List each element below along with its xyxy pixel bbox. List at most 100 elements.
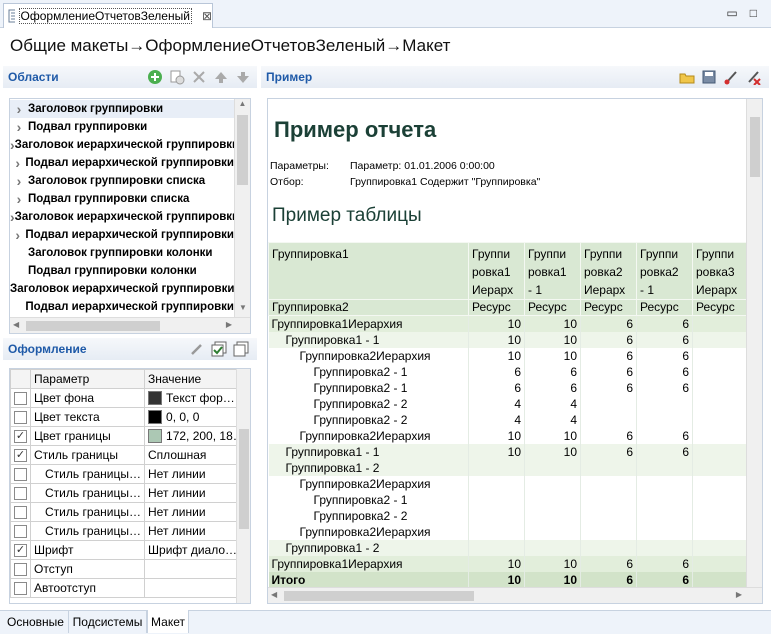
design-row[interactable]: Стиль границы… Нет линии	[10, 464, 250, 484]
design-panel-header: Оформление	[3, 338, 257, 360]
design-row-checkbox[interactable]	[14, 468, 27, 482]
report-cell	[524, 539, 581, 556]
expand-arrow-icon[interactable]: ›	[10, 227, 25, 243]
design-row-checkbox[interactable]	[14, 582, 27, 596]
design-row-checkbox[interactable]	[14, 392, 27, 406]
report-cell: 10	[468, 427, 525, 444]
column-header: Группи ровка2 - 1	[636, 242, 693, 300]
area-item[interactable]: Заголовок иерархической группировки	[10, 280, 234, 298]
move-up-icon[interactable]	[213, 69, 229, 85]
add-icon[interactable]	[147, 69, 163, 85]
area-item[interactable]: Подвал иерархической группировки	[10, 298, 234, 316]
area-item[interactable]: › Заголовок группировки	[10, 100, 234, 118]
design-row[interactable]: ✓ Шрифт Шрифт диало…	[10, 540, 250, 560]
report-cell	[580, 539, 637, 556]
area-item[interactable]: Подвал группировки колонки	[10, 262, 234, 280]
open-folder-icon[interactable]	[679, 69, 695, 85]
report-cell: 6	[580, 331, 637, 348]
design-row-check-cell: ✓	[10, 445, 31, 465]
report-cell: 6	[636, 571, 693, 588]
delete-icon[interactable]	[191, 69, 207, 85]
design-row[interactable]: Стиль границы… Нет линии	[10, 502, 250, 522]
resource-header: Ресурс	[468, 299, 525, 316]
design-value: 172, 200, 18…	[166, 428, 245, 443]
expand-arrow-icon[interactable]: ›	[10, 119, 28, 135]
design-row-check-cell	[10, 388, 31, 408]
design-row[interactable]: ✓ Стиль границы Сплошная	[10, 445, 250, 465]
area-item[interactable]: › Подвал иерархической группировки	[10, 226, 234, 244]
area-item[interactable]: › Подвал группировки	[10, 118, 234, 136]
report-cell: 10	[468, 347, 525, 364]
design-vscroll[interactable]	[236, 369, 250, 603]
area-item[interactable]: › Заголовок иерархической группировки	[10, 208, 234, 226]
report-row-label: Группировка2 - 1	[268, 491, 469, 508]
report-cell: 10	[468, 555, 525, 572]
expand-arrow-icon[interactable]: ›	[10, 155, 25, 171]
design-row[interactable]: Стиль границы… Нет линии	[10, 483, 250, 503]
design-row-checkbox[interactable]	[14, 563, 27, 577]
column-header-line: ровка1	[472, 265, 511, 279]
report-cell: 6	[580, 347, 637, 364]
tab-main[interactable]: Основные	[3, 611, 69, 633]
report-row: Группировка2 - 244	[268, 395, 759, 412]
design-row[interactable]: Автоотступ0	[10, 578, 250, 598]
design-row[interactable]: ✓ Цвет границы 172, 200, 18…	[10, 426, 250, 446]
expand-arrow-icon[interactable]: ›	[10, 191, 28, 207]
areas-hscroll[interactable]: ◀ ▶	[10, 317, 250, 333]
area-item[interactable]: › Заголовок иерархической группировки	[10, 136, 234, 154]
design-row-check-cell: ✓	[10, 426, 31, 446]
edit-icon[interactable]	[189, 341, 205, 357]
design-row[interactable]: Цвет фонаТекст фор… …	[10, 388, 250, 408]
report-cell	[636, 539, 693, 556]
report-cell: 6	[580, 315, 637, 332]
design-row-checkbox[interactable]: ✓	[14, 449, 27, 463]
preview-hscroll[interactable]: ◀ ▶	[268, 587, 762, 603]
design-row-checkbox[interactable]	[14, 487, 27, 501]
minimize-icon[interactable]: ▭	[726, 6, 737, 20]
design-row[interactable]: Стиль границы… Нет линии	[10, 521, 250, 541]
areas-panel: Области › Заголовок группировки › Подвал гр…	[3, 66, 257, 338]
report-row: Группировка2Иерархия1010666	[268, 427, 759, 444]
report-row: Группировка2Иерархия	[268, 475, 759, 492]
report-cell: 6	[580, 571, 637, 588]
column-header-line: Группи	[640, 247, 679, 261]
tab-layout[interactable]: Макет	[147, 610, 189, 633]
design-param: Цвет текста	[29, 407, 146, 427]
preview-vscroll[interactable]	[746, 99, 762, 589]
report-cell	[524, 507, 581, 524]
design-row-checkbox[interactable]	[14, 411, 27, 425]
area-item[interactable]: Заголовок группировки колонки	[10, 244, 234, 262]
design-row-checkbox[interactable]	[14, 506, 27, 520]
design-row-checkbox[interactable]	[14, 525, 27, 539]
area-item[interactable]: › Заголовок группировки списка	[10, 172, 234, 190]
copy-icon[interactable]	[169, 69, 185, 85]
move-down-icon[interactable]	[235, 69, 251, 85]
report-cell: 10	[524, 347, 581, 364]
save-icon[interactable]	[701, 69, 717, 85]
clear-format-icon[interactable]	[745, 69, 761, 86]
document-tab[interactable]: ОформлениеОтчетовЗеленый ⊠	[3, 3, 213, 28]
color-swatch	[148, 391, 163, 406]
areas-vscroll[interactable]: ▲ ▼	[234, 99, 250, 317]
area-item[interactable]: › Подвал группировки списка	[10, 190, 234, 208]
expand-arrow-icon[interactable]: ›	[10, 173, 28, 189]
design-param: Цвет границы	[29, 426, 146, 446]
brush-icon[interactable]	[723, 69, 739, 85]
report-cell: 6	[636, 427, 693, 444]
design-row[interactable]: Цвет текста 0, 0, 0	[10, 407, 250, 427]
tab-subsystems[interactable]: Подсистемы	[69, 611, 147, 633]
report-cell: 10	[468, 443, 525, 460]
report-cell: 4	[524, 411, 581, 428]
area-item-label: Заголовок иерархической группировки	[14, 211, 234, 223]
close-tab-icon[interactable]: ⊠	[202, 9, 212, 23]
report-cell: 6	[580, 379, 637, 396]
design-row[interactable]: Отступ0	[10, 559, 250, 579]
maximize-icon[interactable]: □	[750, 6, 757, 20]
area-item[interactable]: › Подвал иерархической группировки	[10, 154, 234, 172]
expand-arrow-icon[interactable]: ›	[10, 101, 28, 117]
report-cell: 10	[468, 571, 525, 588]
check-all-icon[interactable]	[211, 341, 227, 357]
design-row-checkbox[interactable]: ✓	[14, 430, 27, 444]
design-row-checkbox[interactable]: ✓	[14, 544, 27, 558]
uncheck-all-icon[interactable]	[233, 341, 249, 357]
